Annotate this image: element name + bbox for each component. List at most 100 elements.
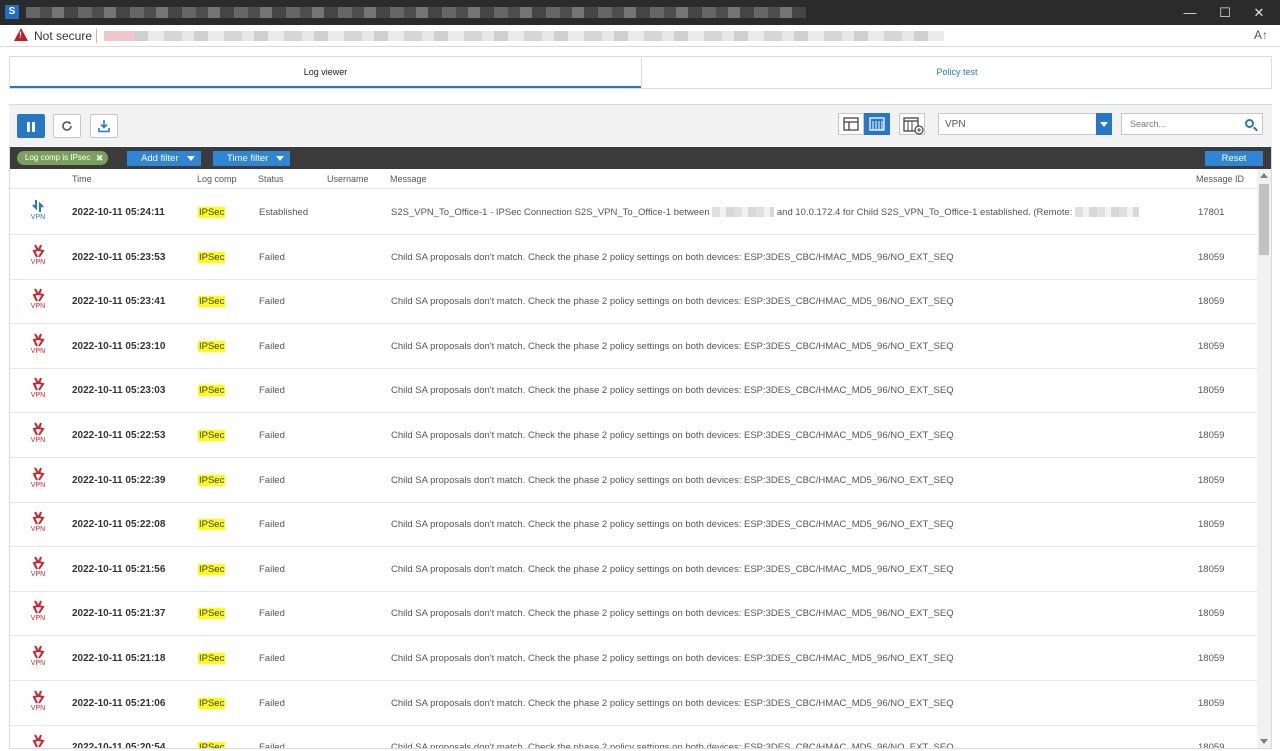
table-view-icon	[869, 117, 885, 131]
column-header-log-comp[interactable]: Log comp	[197, 174, 237, 184]
table-row[interactable]: VPN 2022-10-11 05:23:41 IPSec Failed Child S…	[10, 279, 1257, 324]
row-icon-label: VPN	[30, 615, 46, 622]
message-cell: Child SA proposals don't match. Check th…	[391, 296, 954, 307]
chevron-down-icon[interactable]	[1096, 113, 1112, 135]
reset-button[interactable]: Reset	[1205, 151, 1263, 166]
vpn-failed-icon: VPN	[28, 556, 48, 582]
table-row[interactable]: VPN 2022-10-11 05:23:53 IPSec Failed Child S…	[10, 235, 1257, 280]
message-cell: Child SA proposals don't match. Check th…	[391, 653, 954, 664]
message-cell: Child SA proposals don't match. Check th…	[391, 385, 954, 396]
message-cell: Child SA proposals don't match. Check th…	[391, 475, 954, 486]
status-cell: Failed	[259, 653, 285, 664]
status-cell: Failed	[259, 742, 285, 748]
row-icon-label: VPN	[30, 259, 46, 266]
table-row[interactable]: VPN 2022-10-11 05:23:10 IPSec Failed Child S…	[10, 324, 1257, 369]
read-aloud-icon[interactable]: A↑	[1254, 28, 1268, 42]
tab-log-viewer[interactable]: Log viewer	[10, 57, 641, 88]
time-filter-button[interactable]: Time filter	[213, 151, 291, 166]
window-title-redacted	[26, 7, 806, 18]
time-cell: 2022-10-11 05:22:08	[72, 519, 166, 530]
log-table-body: VPN 2022-10-11 05:24:11 IPSec Established S2…	[10, 190, 1257, 748]
export-button[interactable]	[90, 114, 118, 138]
log-comp-cell: IPSec	[198, 207, 226, 218]
message-id-cell: 18059	[1198, 385, 1225, 396]
search-icon[interactable]	[1245, 119, 1254, 128]
column-header-status[interactable]: Status	[258, 174, 284, 184]
search-input[interactable]: Search...	[1121, 113, 1263, 135]
message-id-cell: 18059	[1198, 252, 1225, 263]
message-id-cell: 18059	[1198, 341, 1225, 352]
vpn-failed-icon: VPN	[28, 511, 48, 537]
download-icon	[98, 120, 110, 133]
status-cell: Failed	[259, 519, 285, 530]
message-cell: Child SA proposals don't match. Check th…	[391, 742, 954, 748]
table-row[interactable]: VPN 2022-10-11 05:24:11 IPSec Established S2…	[10, 190, 1257, 235]
vpn-failed-icon: VPN	[28, 422, 48, 448]
message-id-cell: 18059	[1198, 475, 1225, 486]
message-text-start: S2S_VPN_To_Office-1 - IPSec Connection S…	[391, 207, 710, 218]
scroll-thumb[interactable]	[1259, 184, 1269, 255]
remove-filter-icon[interactable]: ✖	[96, 151, 104, 165]
time-cell: 2022-10-11 05:21:06	[72, 698, 166, 709]
time-cell: 2022-10-11 05:23:03	[72, 385, 166, 396]
message-id-cell: 18059	[1198, 742, 1225, 748]
time-cell: 2022-10-11 05:21:56	[72, 564, 166, 575]
close-window-button[interactable]: ✕	[1241, 0, 1277, 25]
row-icon-label: VPN	[30, 392, 46, 399]
tab-policy-test[interactable]: Policy test	[641, 57, 1272, 88]
message-id-cell: 18059	[1198, 653, 1225, 664]
vpn-failed-icon: VPN	[28, 333, 48, 359]
table-scrollbar[interactable]	[1257, 169, 1271, 748]
maximize-button[interactable]: ☐	[1207, 0, 1243, 25]
table-row[interactable]: VPN 2022-10-11 05:21:06 IPSec Failed Child S…	[10, 681, 1257, 726]
row-icon-label: VPN	[30, 437, 46, 444]
minimize-button[interactable]: —	[1172, 0, 1208, 25]
add-column-button[interactable]	[899, 113, 925, 135]
column-header-username[interactable]: Username	[327, 174, 369, 184]
time-cell: 2022-10-11 05:22:39	[72, 475, 166, 486]
log-comp-cell: IPSec	[198, 385, 226, 396]
row-icon-label: VPN	[30, 348, 46, 355]
table-row[interactable]: VPN 2022-10-11 05:21:18 IPSec Failed Child S…	[10, 636, 1257, 681]
table-row[interactable]: VPN 2022-10-11 05:20:54 IPSec Failed Child S…	[10, 725, 1257, 748]
scroll-up-icon[interactable]	[1260, 173, 1268, 178]
log-type-select[interactable]: VPN	[938, 113, 1112, 135]
vpn-established-icon: VPN	[28, 199, 48, 225]
table-row[interactable]: VPN 2022-10-11 05:22:08 IPSec Failed Child S…	[10, 502, 1257, 547]
pause-button[interactable]	[17, 114, 45, 138]
log-comp-cell: IPSec	[198, 698, 226, 709]
security-status[interactable]: Not secure	[34, 29, 92, 43]
column-header-time[interactable]: Time	[72, 174, 92, 184]
row-icon-label: VPN	[30, 214, 46, 221]
log-type-value: VPN	[945, 119, 966, 130]
active-filter-chip[interactable]: Log comp is IPsec ✖	[17, 151, 109, 165]
message-cell: Child SA proposals don't match. Check th…	[391, 608, 954, 619]
log-comp-cell: IPSec	[198, 430, 226, 441]
table-row[interactable]: VPN 2022-10-11 05:23:03 IPSec Failed Child S…	[10, 368, 1257, 413]
table-row[interactable]: VPN 2022-10-11 05:21:56 IPSec Failed Child S…	[10, 547, 1257, 592]
column-header-message-id[interactable]: Message ID	[1196, 174, 1244, 184]
table-row[interactable]: VPN 2022-10-11 05:22:39 IPSec Failed Child S…	[10, 458, 1257, 503]
filter-bar: Log comp is IPsec ✖ Add filter Time filt…	[10, 147, 1271, 169]
warning-icon[interactable]	[14, 28, 28, 41]
time-cell: 2022-10-11 05:23:41	[72, 296, 166, 307]
message-text-end: and 10.0.172.4 for Child S2S_VPN_To_Offi…	[776, 207, 1073, 218]
message-cell: Child SA proposals don't match. Check th…	[391, 341, 954, 352]
table-row[interactable]: VPN 2022-10-11 05:21:37 IPSec Failed Child S…	[10, 591, 1257, 636]
message-cell: S2S_VPN_To_Office-1 - IPSec Connection S…	[391, 207, 1140, 218]
refresh-button[interactable]	[53, 114, 81, 138]
vpn-failed-icon: VPN	[28, 467, 48, 493]
table-row[interactable]: VPN 2022-10-11 05:22:53 IPSec Failed Child S…	[10, 413, 1257, 458]
pause-icon	[27, 121, 30, 132]
scroll-down-icon[interactable]	[1260, 739, 1268, 744]
address-bar[interactable]: Not secure A↑	[0, 25, 1280, 47]
add-filter-button[interactable]: Add filter	[127, 151, 201, 166]
detailed-view-button[interactable]	[838, 113, 864, 135]
log-comp-cell: IPSec	[198, 296, 226, 307]
status-cell: Failed	[259, 341, 285, 352]
table-view-button[interactable]	[864, 113, 890, 135]
column-header-message[interactable]: Message	[390, 174, 427, 184]
url-redacted[interactable]	[104, 31, 944, 41]
status-cell: Failed	[259, 252, 285, 263]
log-comp-cell: IPSec	[198, 519, 226, 530]
